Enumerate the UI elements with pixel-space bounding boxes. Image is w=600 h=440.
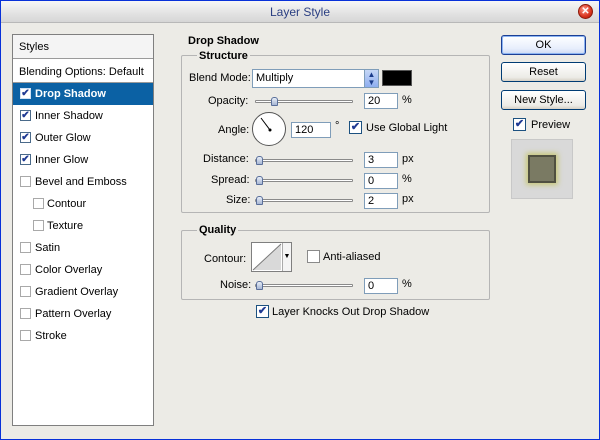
preview-checkbox[interactable]: ✔ [513, 118, 526, 131]
close-icon[interactable]: ✕ [578, 4, 593, 19]
style-item-pattern-overlay[interactable]: Pattern Overlay [13, 303, 153, 325]
style-item-label: Inner Shadow [35, 110, 103, 122]
style-item-texture[interactable]: Texture [13, 215, 153, 237]
opacity-label: Opacity: [208, 95, 249, 107]
style-item-label: Stroke [35, 330, 67, 342]
style-item-label: Outer Glow [35, 132, 91, 144]
spread-slider[interactable] [255, 176, 353, 185]
layer-style-dialog: Layer Style ✕ Styles Blending Options: D… [0, 0, 600, 440]
style-preview-thumbnail [511, 139, 573, 199]
angle-input[interactable]: 120 [291, 122, 331, 138]
anti-aliased-label: Anti-aliased [323, 251, 381, 263]
style-checkbox[interactable] [20, 176, 31, 187]
spread-input[interactable]: 0 [364, 173, 398, 189]
noise-unit: % [402, 278, 412, 290]
spread-unit: % [402, 173, 412, 185]
chevron-down-icon[interactable]: ▼ [282, 243, 291, 271]
reset-button[interactable]: Reset [501, 62, 586, 82]
distance-unit: px [402, 153, 414, 165]
opacity-unit: % [402, 94, 412, 106]
style-checkbox[interactable]: ✔ [20, 110, 31, 121]
angle-unit: ° [335, 120, 340, 132]
style-item-color-overlay[interactable]: Color Overlay [13, 259, 153, 281]
blend-mode-label: Blend Mode: [189, 72, 251, 84]
size-label: Size: [226, 194, 251, 206]
style-item-inner-glow[interactable]: ✔ Inner Glow [13, 149, 153, 171]
opacity-slider-thumb[interactable] [271, 97, 278, 106]
style-item-label: Contour [47, 198, 87, 210]
style-item-outer-glow[interactable]: ✔ Outer Glow [13, 127, 153, 149]
style-item-bevel-and-emboss[interactable]: Bevel and Emboss [13, 171, 153, 193]
style-checkbox[interactable]: ✔ [20, 88, 31, 99]
style-item-label: Pattern Overlay [35, 308, 112, 320]
style-item-label: Gradient Overlay [35, 286, 119, 298]
noise-slider[interactable] [255, 281, 353, 290]
contour-curve-icon [252, 243, 282, 271]
contour-picker[interactable]: ▼ [251, 242, 292, 272]
window-title: Layer Style [269, 5, 331, 19]
size-slider[interactable] [255, 196, 353, 205]
ok-button[interactable]: OK [501, 35, 586, 55]
size-slider-thumb[interactable] [256, 196, 263, 205]
new-style-button[interactable]: New Style... [501, 90, 586, 110]
layer-knocks-out-checkbox[interactable]: ✔ [256, 305, 269, 318]
style-item-satin[interactable]: Satin [13, 237, 153, 259]
style-checkbox[interactable] [20, 330, 31, 341]
style-checkbox[interactable] [20, 286, 31, 297]
opacity-input[interactable]: 20 [364, 93, 398, 109]
quality-title: Quality [197, 224, 239, 236]
style-checkbox[interactable] [20, 242, 31, 253]
distance-slider[interactable] [255, 156, 353, 165]
noise-label: Noise: [220, 279, 252, 291]
anti-aliased-checkbox[interactable] [307, 250, 320, 263]
style-checkbox[interactable] [33, 220, 44, 231]
style-item-label: Satin [35, 242, 61, 254]
blending-options-item[interactable]: Blending Options: Default [13, 61, 153, 83]
blend-mode-select[interactable]: Multiply ▲ ▼ [252, 69, 379, 88]
style-item-label: Inner Glow [35, 154, 89, 166]
size-unit: px [402, 193, 414, 205]
use-global-light-checkbox[interactable]: ✔ [349, 121, 362, 134]
styles-header[interactable]: Styles [13, 35, 153, 59]
style-checkbox[interactable]: ✔ [20, 132, 31, 143]
title-bar: Layer Style ✕ [1, 1, 599, 23]
style-item-gradient-overlay[interactable]: Gradient Overlay [13, 281, 153, 303]
style-items: ✔ Drop Shadow ✔ Inner Shadow ✔ Outer Glow ✔ Inn… [13, 83, 153, 347]
style-item-label: Drop Shadow [35, 88, 106, 100]
angle-dial[interactable] [252, 112, 286, 146]
spread-slider-thumb[interactable] [256, 176, 263, 185]
section-title-drop-shadow: Drop Shadow [188, 35, 259, 47]
styles-list: Styles Blending Options: Default ✔ Drop S… [12, 34, 154, 426]
style-checkbox[interactable] [20, 264, 31, 275]
distance-label: Distance: [203, 153, 249, 165]
style-checkbox[interactable]: ✔ [20, 154, 31, 165]
distance-input[interactable]: 3 [364, 152, 398, 168]
style-item-contour[interactable]: Contour [13, 193, 153, 215]
preview-label: Preview [531, 119, 571, 131]
preview-swatch [528, 155, 556, 183]
structure-title: Structure [197, 50, 250, 62]
style-item-stroke[interactable]: Stroke [13, 325, 153, 347]
style-item-drop-shadow[interactable]: ✔ Drop Shadow [13, 83, 153, 105]
distance-slider-thumb[interactable] [256, 156, 263, 165]
contour-label: Contour: [204, 253, 247, 265]
size-input[interactable]: 2 [364, 193, 398, 209]
style-item-inner-shadow[interactable]: ✔ Inner Shadow [13, 105, 153, 127]
opacity-slider[interactable] [255, 97, 353, 106]
style-checkbox[interactable] [33, 198, 44, 209]
chevron-updown-icon: ▲ ▼ [364, 70, 378, 87]
style-item-label: Bevel and Emboss [35, 176, 127, 188]
shadow-color-swatch[interactable] [382, 70, 412, 86]
layer-knocks-out-label: Layer Knocks Out Drop Shadow [272, 306, 430, 318]
angle-label: Angle: [218, 124, 250, 136]
style-item-label: Texture [47, 220, 84, 232]
noise-input[interactable]: 0 [364, 278, 398, 294]
blend-mode-value: Multiply [256, 72, 294, 84]
noise-slider-thumb[interactable] [256, 281, 263, 290]
use-global-light-label: Use Global Light [366, 122, 448, 134]
spread-label: Spread: [211, 174, 250, 186]
style-item-label: Color Overlay [35, 264, 103, 276]
style-checkbox[interactable] [20, 308, 31, 319]
